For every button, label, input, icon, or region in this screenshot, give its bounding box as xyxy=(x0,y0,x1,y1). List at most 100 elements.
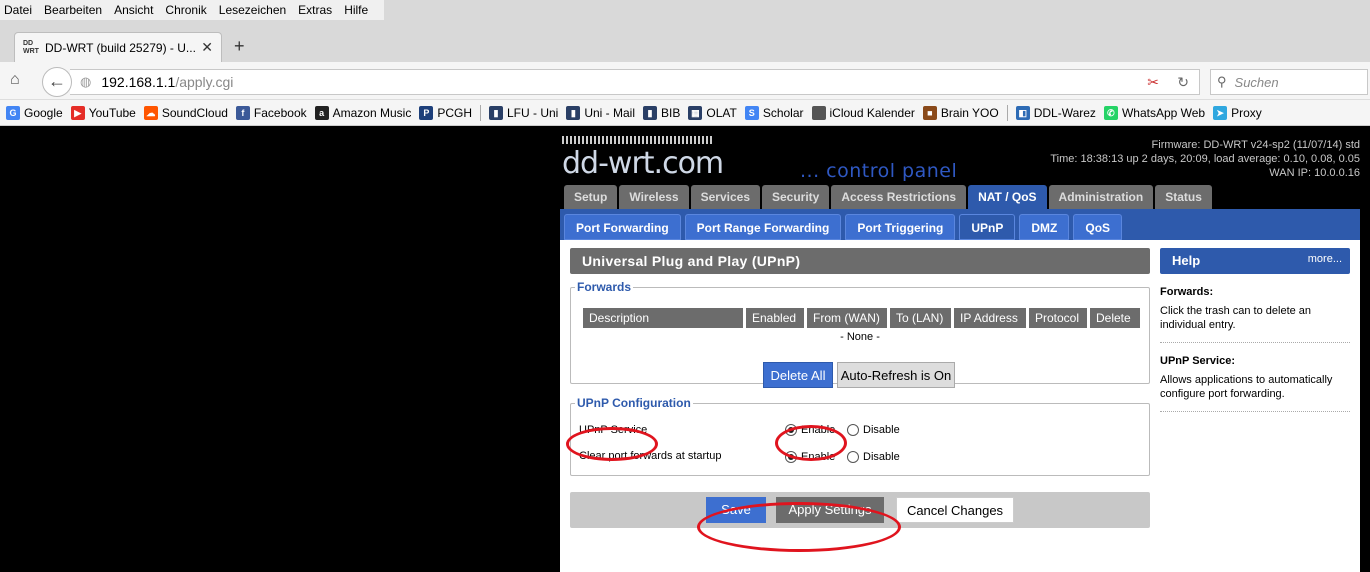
bookmark-icon: ▮ xyxy=(489,105,503,120)
bookmark-item[interactable]: a Amazon Music xyxy=(314,105,411,120)
bookmark-label: Brain YOO xyxy=(940,105,999,120)
bookmark-icon: S xyxy=(744,105,759,120)
url-path: /apply.cgi xyxy=(175,74,234,90)
bookmark-separator xyxy=(480,104,481,121)
logo-text: dd-wrt.com xyxy=(562,146,724,181)
bookmark-item[interactable]: ▮ Uni - Mail xyxy=(566,105,635,120)
scissors-icon[interactable]: ✂ xyxy=(1147,74,1159,91)
close-tab-icon[interactable]: ✕ xyxy=(201,39,213,56)
help-forwards-text: Click the trash can to delete an individ… xyxy=(1160,305,1312,331)
radio-unselected-icon xyxy=(847,424,859,436)
main-tabs: Setup Wireless Services Security Access … xyxy=(564,185,1214,209)
subtab-upnp[interactable]: UPnP xyxy=(959,214,1016,240)
bookmark-item[interactable]: ■ Brain YOO xyxy=(922,105,999,120)
firmware-version: Firmware: DD-WRT v24-sp2 (11/07/14) std xyxy=(1151,139,1360,151)
clear-disable-radio[interactable]: Disable xyxy=(847,451,900,463)
bookmark-item[interactable]: G Google xyxy=(6,105,63,120)
menu-chronik[interactable]: Chronik xyxy=(165,3,206,17)
cancel-changes-button[interactable]: Cancel Changes xyxy=(896,497,1014,523)
bookmark-item[interactable]: iCloud Kalender xyxy=(811,105,915,120)
auto-refresh-button[interactable]: Auto-Refresh is On xyxy=(837,362,955,388)
control-panel-title: ... control panel xyxy=(800,160,958,182)
menu-datei[interactable]: Datei xyxy=(4,3,32,17)
bookmark-label: DDL-Warez xyxy=(1033,105,1096,120)
home-icon[interactable]: ⌂ xyxy=(10,71,20,89)
help-divider xyxy=(1160,342,1350,343)
bookmark-item[interactable]: ▮ BIB xyxy=(643,105,681,120)
bookmark-icon: G xyxy=(6,105,20,120)
tab-administration[interactable]: Administration xyxy=(1048,185,1154,209)
tab-setup[interactable]: Setup xyxy=(564,185,618,209)
bookmark-item[interactable]: ✆ WhatsApp Web xyxy=(1103,105,1205,120)
col-description: Description xyxy=(583,308,743,328)
delete-all-button[interactable]: Delete All xyxy=(763,362,833,388)
back-button[interactable]: ← xyxy=(42,67,72,97)
annotation-ring-upnp-label xyxy=(566,427,658,461)
browser-tab[interactable]: DD WRT DD-WRT (build 25279) - U... ✕ xyxy=(14,32,222,62)
bookmark-item[interactable]: ▮ LFU - Uni xyxy=(489,105,558,120)
subtab-port-forwarding[interactable]: Port Forwarding xyxy=(564,214,681,240)
content-area: Port Forwarding Port Range Forwarding Po… xyxy=(560,209,1360,572)
bookmark-icon: ▮ xyxy=(566,105,581,120)
annotation-ring-enable xyxy=(775,425,847,461)
firmware-info: Firmware: DD-WRT v24-sp2 (11/07/14) std … xyxy=(1050,138,1360,180)
subtab-port-range-forwarding[interactable]: Port Range Forwarding xyxy=(684,214,842,240)
bookmark-label: Google xyxy=(24,105,63,120)
menu-lesezeichen[interactable]: Lesezeichen xyxy=(219,3,286,17)
bookmark-icon: ☁ xyxy=(143,105,158,120)
subtab-qos[interactable]: QoS xyxy=(1073,214,1123,240)
bookmark-item[interactable]: ➤ Proxy xyxy=(1213,105,1262,120)
bookmark-label: OLAT xyxy=(706,105,737,120)
new-tab-icon[interactable]: + xyxy=(234,36,245,57)
search-input[interactable]: ⚲ Suchen xyxy=(1210,69,1368,95)
bookmark-item[interactable]: ☁ SoundCloud xyxy=(143,105,228,120)
bookmark-item[interactable]: P PCGH xyxy=(419,105,472,120)
menu-hilfe[interactable]: Hilfe xyxy=(344,3,368,17)
navigation-bar: ⌂ ◍ 192.168.1.1/apply.cgi ✂ ↻ ← ⚲ Suchen xyxy=(0,62,1370,100)
bookmark-item[interactable]: S Scholar xyxy=(744,105,804,120)
upnp-config-legend: UPnP Configuration xyxy=(577,396,691,410)
bookmark-item[interactable]: ◧ DDL-Warez xyxy=(1015,105,1096,120)
menu-bearbeiten[interactable]: Bearbeiten xyxy=(44,3,102,17)
forwards-table-header: Description Enabled From (WAN) To (LAN) … xyxy=(583,308,1143,328)
tab-services[interactable]: Services xyxy=(690,185,760,209)
url-bar[interactable]: ◍ 192.168.1.1/apply.cgi ✂ ↻ xyxy=(70,69,1200,95)
forwards-legend: Forwards xyxy=(577,280,632,294)
bookmark-icon: a xyxy=(314,105,329,120)
subtab-dmz[interactable]: DMZ xyxy=(1019,214,1070,240)
menu-ansicht[interactable]: Ansicht xyxy=(114,3,153,17)
tab-access-restrictions[interactable]: Access Restrictions xyxy=(831,185,967,209)
logo-dots xyxy=(562,136,712,144)
subtab-port-triggering[interactable]: Port Triggering xyxy=(845,214,956,240)
bookmark-label: BIB xyxy=(661,105,681,120)
col-delete: Delete xyxy=(1090,308,1140,328)
bookmark-icon: f xyxy=(235,105,250,120)
tab-strip: DD WRT DD-WRT (build 25279) - U... ✕ + xyxy=(0,20,1370,62)
menu-extras[interactable]: Extras xyxy=(298,3,332,17)
bookmark-label: iCloud Kalender xyxy=(829,105,915,120)
tab-nat-qos[interactable]: NAT / QoS xyxy=(968,185,1047,209)
col-to-lan: To (LAN) xyxy=(890,308,951,328)
tab-security[interactable]: Security xyxy=(762,185,830,209)
bookmark-label: Facebook xyxy=(253,105,307,120)
help-header: Help more... xyxy=(1160,248,1350,274)
bookmark-label: YouTube xyxy=(88,105,136,120)
forwards-fieldset: Forwards Description Enabled From (WAN) … xyxy=(570,280,1150,388)
tab-status[interactable]: Status xyxy=(1155,185,1212,209)
bookmark-item[interactable]: ▶ YouTube xyxy=(70,105,136,120)
upnp-disable-radio[interactable]: Disable xyxy=(847,424,900,436)
bookmark-icon: ◧ xyxy=(1015,105,1030,120)
radio-unselected-icon xyxy=(847,451,859,463)
bookmark-separator xyxy=(1006,104,1008,121)
bookmark-icon: ✆ xyxy=(1103,105,1118,120)
bookmark-label: Proxy xyxy=(1231,105,1262,120)
bookmark-item[interactable]: ▦ OLAT xyxy=(688,105,737,120)
page-title: Universal Plug and Play (UPnP) xyxy=(570,248,1150,274)
bookmark-item[interactable]: f Facebook xyxy=(235,105,307,120)
bookmark-icon: ■ xyxy=(922,105,937,120)
help-more-link[interactable]: more... xyxy=(1308,248,1342,270)
reload-icon[interactable]: ↻ xyxy=(1177,74,1189,91)
help-forwards-title: Forwards: xyxy=(1160,286,1214,298)
uptime-info: Time: 18:38:13 up 2 days, 20:09, load av… xyxy=(1050,153,1360,165)
tab-wireless[interactable]: Wireless xyxy=(619,185,689,209)
